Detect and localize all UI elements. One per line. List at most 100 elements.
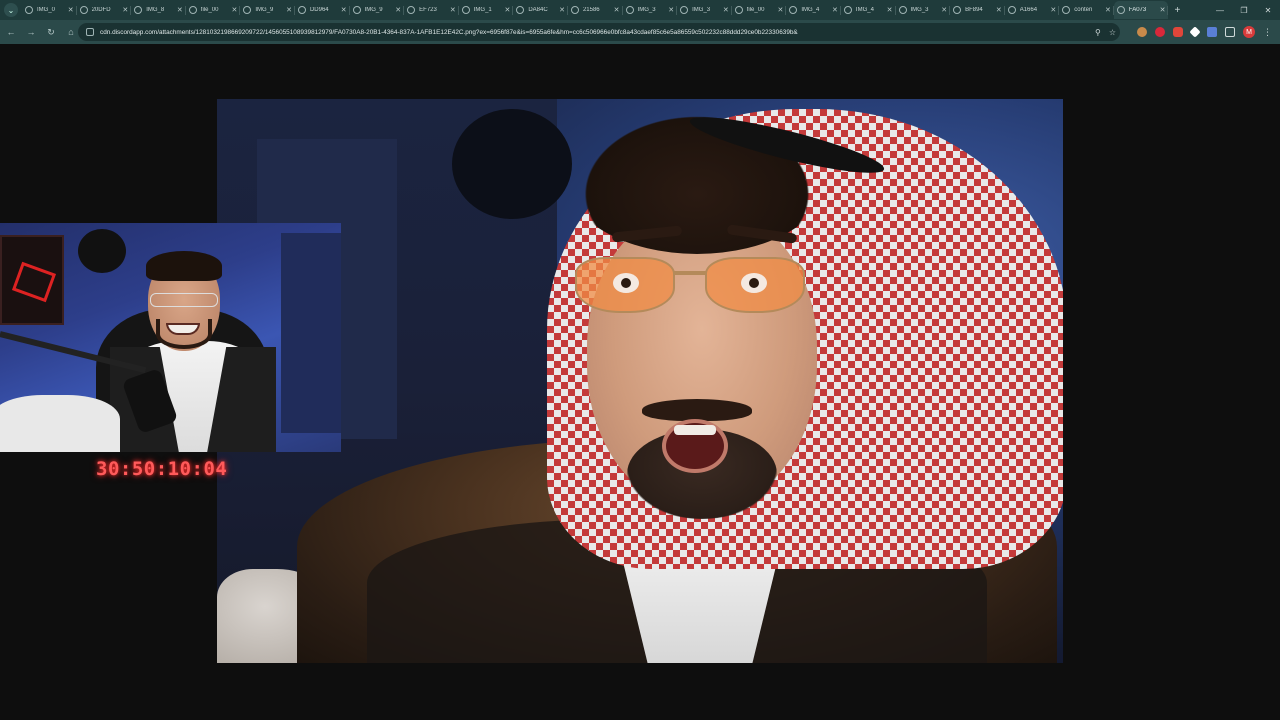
- tab-title: DD964: [309, 7, 329, 13]
- extension-icon[interactable]: [1173, 27, 1183, 37]
- wall-poster: [0, 235, 64, 325]
- browser-tab[interactable]: FA073 ✕: [1113, 1, 1169, 19]
- tab-favicon-icon: [789, 6, 798, 14]
- tab-close-icon[interactable]: ✕: [177, 6, 183, 14]
- shelf: [281, 233, 341, 433]
- browser-tab[interactable]: 20DFD ✕: [77, 1, 132, 19]
- tab-favicon-icon: [79, 6, 88, 14]
- tab-favicon-icon: [843, 6, 852, 14]
- browser-tab[interactable]: IMG_3 ✕: [623, 1, 678, 19]
- browser-tab[interactable]: IMG_8 ✕: [131, 1, 186, 19]
- background-decor: [452, 109, 572, 219]
- browser-tab[interactable]: IMG_0 ✕: [22, 1, 77, 19]
- tab-search-icon[interactable]: ⌄: [4, 3, 18, 17]
- tab-close-icon[interactable]: ✕: [832, 6, 838, 14]
- back-icon[interactable]: ←: [2, 23, 20, 41]
- tab-favicon-icon: [352, 6, 361, 14]
- tab-title: IMG_3: [637, 7, 656, 13]
- tab-title: IMG_3: [910, 7, 929, 13]
- tab-title: IMG_3: [692, 7, 711, 13]
- tab-title: IMG_1: [473, 7, 492, 13]
- tab-close-icon[interactable]: ✕: [341, 6, 347, 14]
- extension-icon[interactable]: [1207, 27, 1217, 37]
- tab-favicon-icon: [570, 6, 579, 14]
- browser-tab[interactable]: file_00 ✕: [732, 1, 787, 19]
- tab-close-icon[interactable]: ✕: [395, 6, 401, 14]
- browser-tab[interactable]: A1664 ✕: [1005, 1, 1060, 19]
- tab-close-icon[interactable]: ✕: [286, 6, 292, 14]
- browser-tab[interactable]: 21586 ✕: [568, 1, 623, 19]
- tab-close-icon[interactable]: ✕: [996, 6, 1002, 14]
- extensions-puzzle-icon[interactable]: [1225, 27, 1235, 37]
- site-info-icon[interactable]: [86, 28, 94, 36]
- extension-icon[interactable]: [1189, 26, 1201, 38]
- extension-icon[interactable]: [1137, 27, 1147, 37]
- browser-tab[interactable]: IMG_9 ✕: [240, 1, 295, 19]
- glasses-bridge: [673, 271, 707, 275]
- browser-tab[interactable]: conten ✕: [1059, 1, 1114, 19]
- tab-title: IMG_4: [855, 7, 874, 13]
- tab-favicon-icon: [898, 6, 907, 14]
- tab-close-icon[interactable]: ✕: [1160, 6, 1166, 14]
- background-decor: [78, 229, 126, 273]
- bookmark-star-icon[interactable]: ☆: [1109, 28, 1116, 37]
- tab-favicon-icon: [407, 6, 416, 14]
- tab-title: BF894: [965, 7, 983, 13]
- tab-close-icon[interactable]: ✕: [1105, 6, 1111, 14]
- menu-kebab-icon[interactable]: ⋮: [1263, 27, 1272, 38]
- browser-tab[interactable]: BF894 ✕: [950, 1, 1005, 19]
- minimize-icon[interactable]: —: [1208, 6, 1232, 15]
- zoom-icon[interactable]: ⚲: [1095, 28, 1101, 37]
- tab-close-icon[interactable]: ✕: [122, 6, 128, 14]
- forward-icon[interactable]: →: [22, 23, 40, 41]
- tab-close-icon[interactable]: ✕: [504, 6, 510, 14]
- tab-title: EF723: [419, 7, 437, 13]
- address-bar[interactable]: cdn.discordapp.com/attachments/128103219…: [78, 23, 1120, 41]
- tab-close-icon[interactable]: ✕: [68, 6, 74, 14]
- browser-tab[interactable]: IMG_3 ✕: [896, 1, 951, 19]
- tab-title: file_00: [200, 7, 219, 13]
- browser-tab[interactable]: IMG_1 ✕: [459, 1, 514, 19]
- url-text[interactable]: cdn.discordapp.com/attachments/128103219…: [100, 29, 1087, 36]
- tab-close-icon[interactable]: ✕: [559, 6, 565, 14]
- tab-favicon-icon: [461, 6, 470, 14]
- tab-close-icon[interactable]: ✕: [450, 6, 456, 14]
- browser-tab[interactable]: IMG_4 ✕: [786, 1, 841, 19]
- tab-close-icon[interactable]: ✕: [777, 6, 783, 14]
- tab-favicon-icon: [297, 6, 306, 14]
- tab-favicon-icon: [680, 6, 689, 14]
- close-window-icon[interactable]: ✕: [1256, 6, 1280, 15]
- extension-icon[interactable]: [1155, 27, 1165, 37]
- tab-title: 20DFD: [91, 7, 111, 13]
- streamer-hair: [146, 251, 222, 281]
- new-tab-button[interactable]: +: [1174, 5, 1180, 16]
- tab-title: IMG_0: [37, 7, 56, 13]
- tab-close-icon[interactable]: ✕: [668, 6, 674, 14]
- browser-tab[interactable]: DD964 ✕: [295, 1, 350, 19]
- countdown-timer: 30:50:10:04: [96, 458, 228, 480]
- tab-close-icon[interactable]: ✕: [1050, 6, 1056, 14]
- extensions-bar: M ⋮: [1129, 23, 1272, 41]
- tab-close-icon[interactable]: ✕: [941, 6, 947, 14]
- browser-tab[interactable]: EF723 ✕: [404, 1, 459, 19]
- tab-close-icon[interactable]: ✕: [614, 6, 620, 14]
- tab-favicon-icon: [1116, 6, 1125, 14]
- tab-title: IMG_4: [801, 7, 820, 13]
- eye: [741, 273, 767, 293]
- tab-favicon-icon: [734, 6, 743, 14]
- tab-close-icon[interactable]: ✕: [232, 6, 238, 14]
- browser-tab[interactable]: DA84C ✕: [513, 1, 568, 19]
- tab-close-icon[interactable]: ✕: [723, 6, 729, 14]
- browser-tab[interactable]: file_00 ✕: [186, 1, 241, 19]
- tab-title: 21586: [582, 7, 600, 13]
- reload-icon[interactable]: ↻: [42, 23, 60, 41]
- tab-close-icon[interactable]: ✕: [887, 6, 893, 14]
- restore-icon[interactable]: ❐: [1232, 6, 1256, 15]
- tab-title: A1664: [1019, 7, 1038, 13]
- tab-strip: ⌄ IMG_0 ✕ 20DFD ✕ IMG_8 ✕ file_00 ✕ IMG_9 ✕ DD964 ✕…: [0, 0, 1280, 20]
- profile-avatar[interactable]: M: [1243, 26, 1255, 38]
- browser-tab[interactable]: IMG_4 ✕: [841, 1, 896, 19]
- browser-tab[interactable]: IMG_3 ✕: [677, 1, 732, 19]
- tab-favicon-icon: [134, 6, 143, 14]
- browser-tab[interactable]: IMG_9 ✕: [350, 1, 405, 19]
